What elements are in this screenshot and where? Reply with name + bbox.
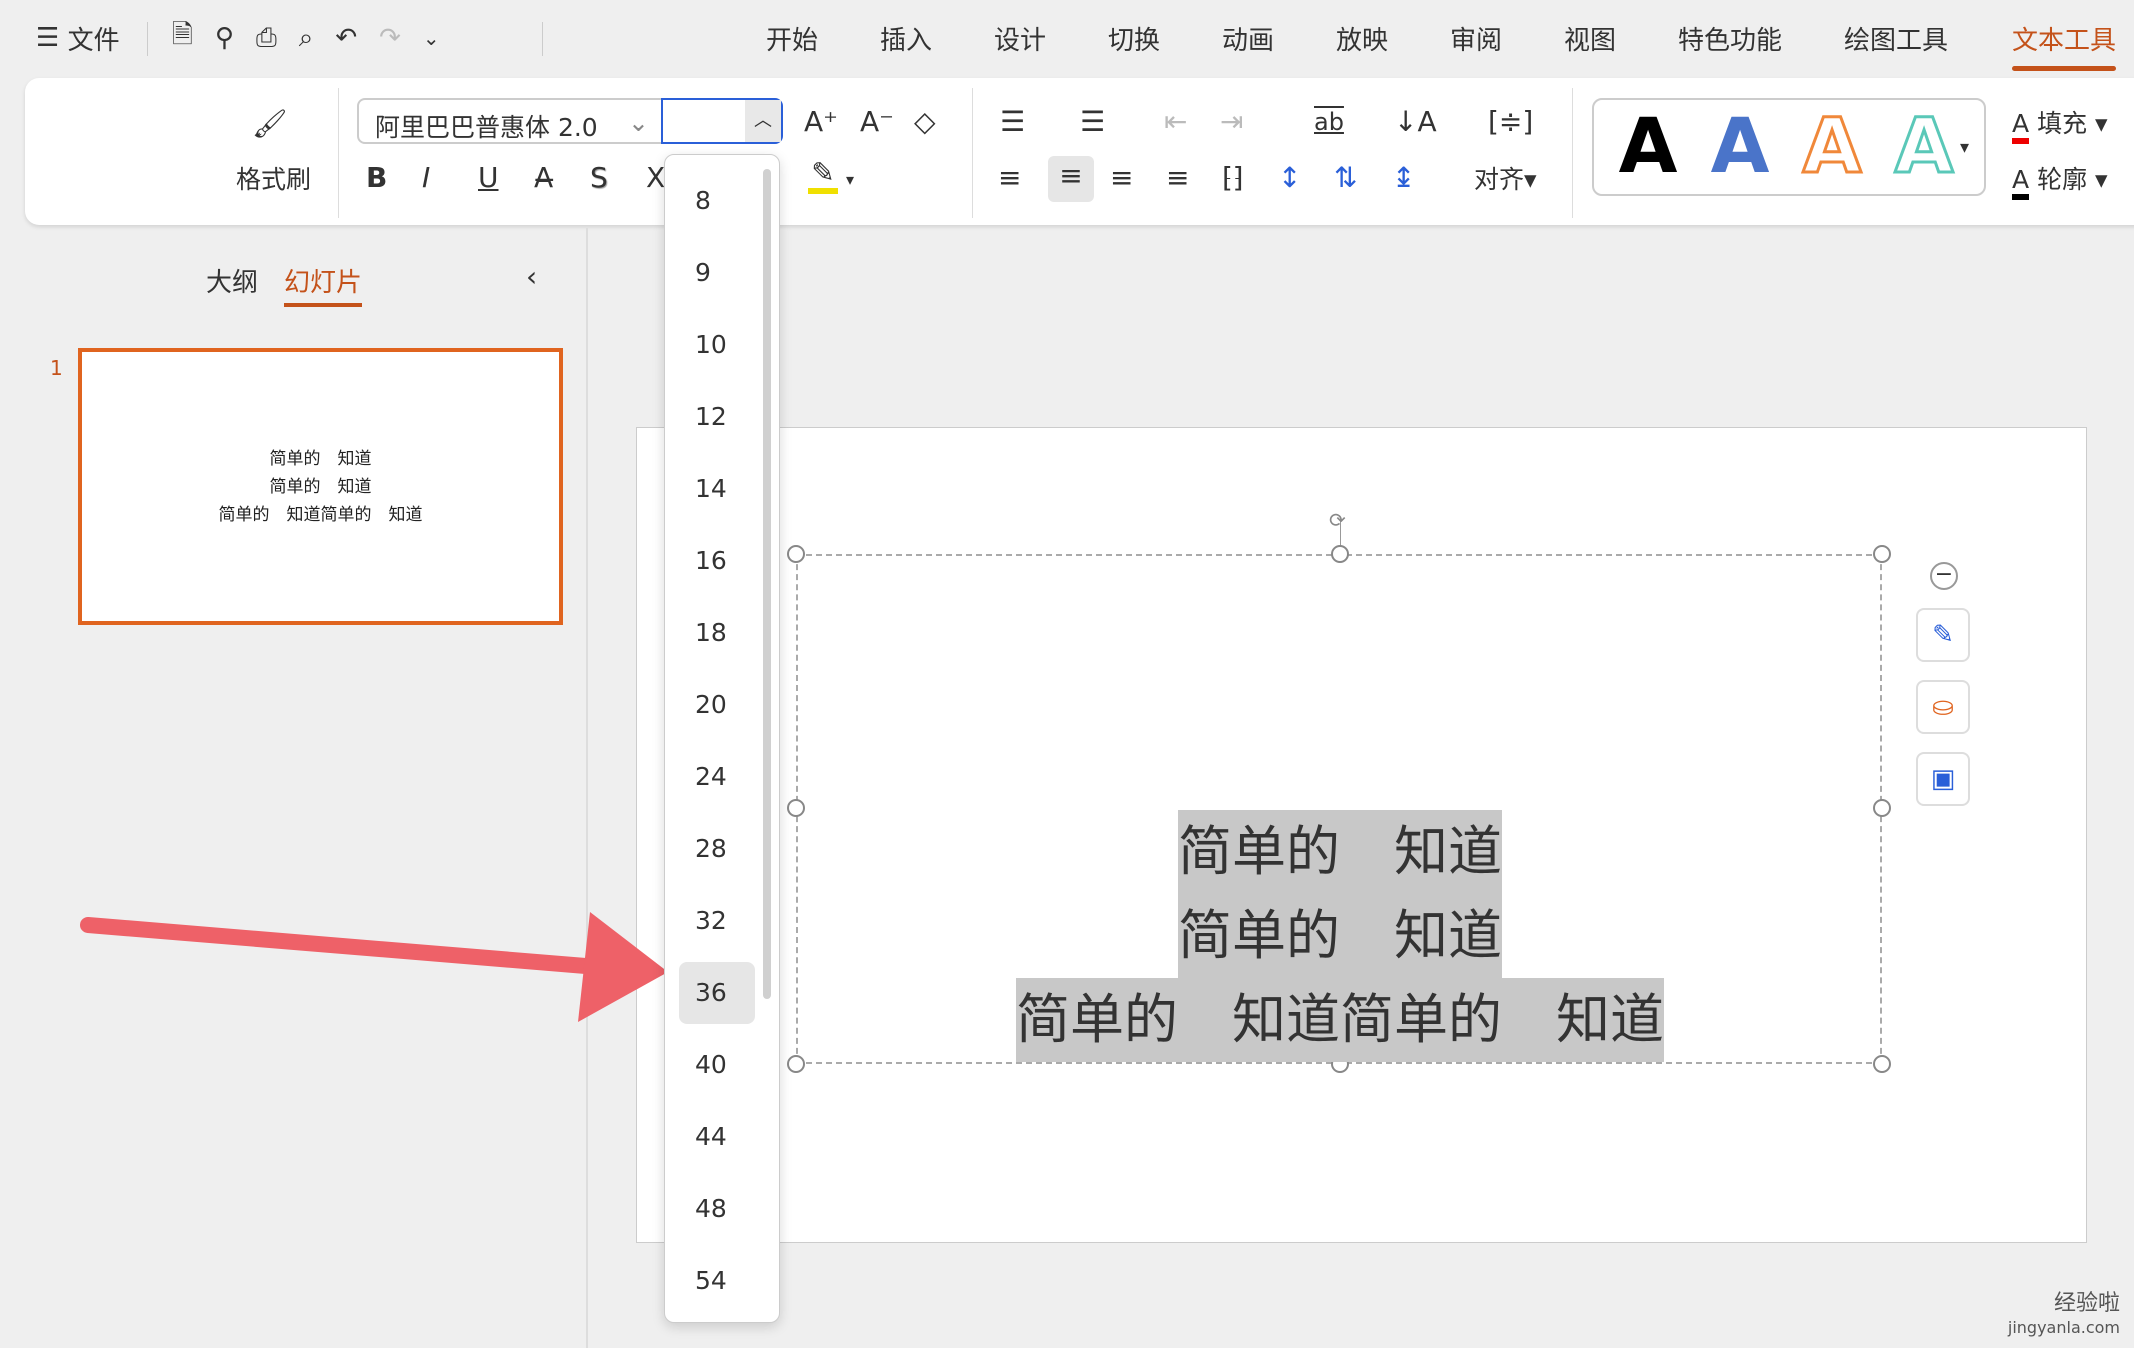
font-size-option[interactable]: 10 [679,314,755,376]
font-size-option[interactable]: 16 [679,530,755,592]
watermark-url: jingyanla.com [2007,1318,2120,1337]
font-size-option[interactable]: 18 [679,602,755,664]
font-size-option[interactable]: 28 [679,818,755,880]
font-size-option[interactable]: 12 [679,386,755,448]
annotation-arrow [80,912,668,1022]
font-size-option[interactable]: 44 [679,1106,755,1168]
scrollbar[interactable] [763,169,771,999]
watermark-text: 经验啦 [2053,1291,2120,1316]
font-size-option[interactable]: 8 [679,170,755,232]
font-size-dropdown: 8 9 10 12 14 16 18 20 24 28 32 36 40 44 48 54 [664,154,780,1323]
font-size-option[interactable]: 20 [679,674,755,736]
font-size-option[interactable]: 48 [679,1178,755,1240]
font-size-option[interactable]: 40 [679,1034,755,1096]
font-size-option[interactable]: 14 [679,458,755,520]
watermark: 经验啦 jingyanla.com [2008,1292,2120,1340]
font-size-option[interactable]: 54 [679,1250,755,1312]
font-size-option[interactable]: 36 [679,962,755,1024]
font-size-option[interactable]: 9 [679,242,755,304]
font-size-option[interactable]: 24 [679,746,755,808]
font-size-option[interactable]: 32 [679,890,755,952]
